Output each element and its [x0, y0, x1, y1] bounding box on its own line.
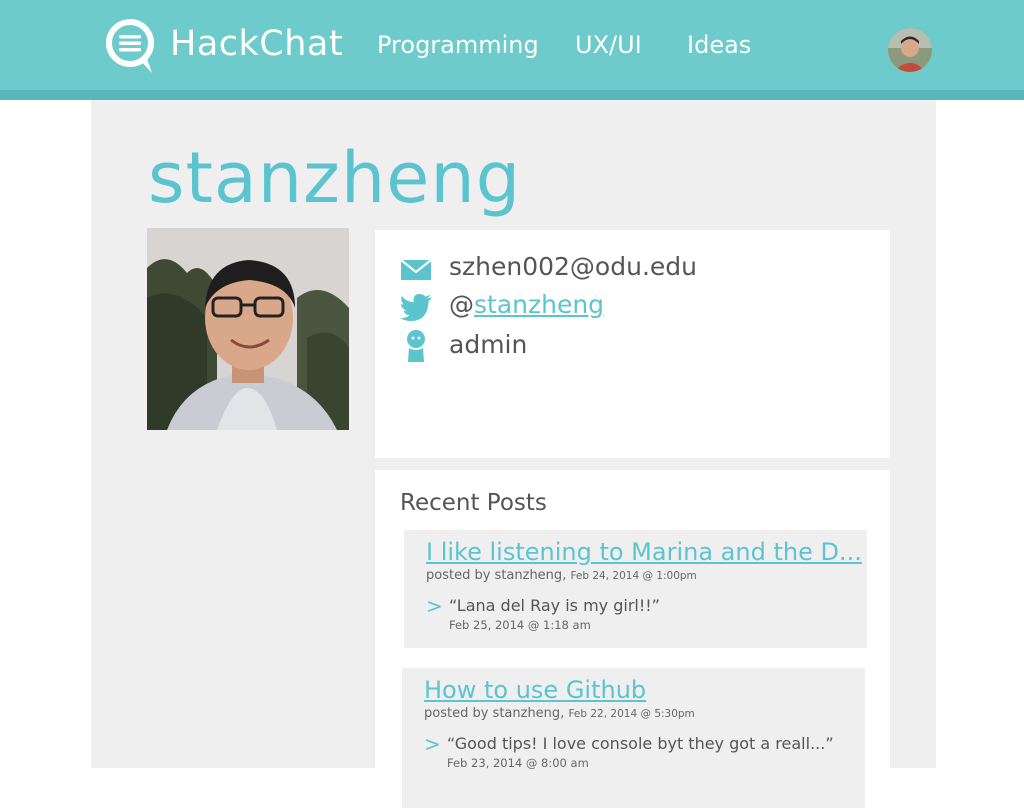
- chat-bubble-menu-icon[interactable]: [104, 16, 160, 76]
- email-text[interactable]: szhen002@odu.edu: [449, 252, 697, 281]
- comment-text[interactable]: “Good tips! I love console byt they got …: [447, 734, 834, 753]
- posted-by-label: posted by: [424, 706, 493, 721]
- profile-info-card: szhen002@odu.edu @stanzheng admin: [375, 230, 890, 458]
- twitter-bird-icon[interactable]: [400, 288, 432, 324]
- role-text: admin: [449, 330, 528, 359]
- posted-by-label: posted by: [426, 568, 495, 583]
- envelope-icon: [400, 250, 432, 286]
- post-meta: posted by stanzheng, Feb 22, 2014 @ 5:30…: [424, 706, 695, 721]
- person-icon: [400, 328, 432, 364]
- twitter-handle-link[interactable]: stanzheng: [474, 290, 604, 319]
- post-item: How to use Github posted by stanzheng, F…: [402, 668, 865, 808]
- twitter-prefix: @: [449, 290, 474, 319]
- nav-programming[interactable]: Programming: [377, 31, 539, 59]
- post-date: Feb 24, 2014 @ 1:00pm: [570, 570, 697, 582]
- comment-text[interactable]: “Lana del Ray is my girl!!”: [449, 596, 660, 615]
- recent-posts-card: Recent Posts I like listening to Marina …: [375, 470, 890, 808]
- recent-posts-heading: Recent Posts: [400, 490, 547, 516]
- main-content: stanzheng szhen002@odu.edu @stanzheng ad…: [91, 100, 936, 808]
- chevron-right-icon: >: [424, 732, 441, 756]
- nav-ux-ui[interactable]: UX/UI: [575, 31, 642, 59]
- header-stripe: [0, 90, 1024, 100]
- post-title-link[interactable]: How to use Github: [424, 676, 646, 704]
- post-item: I like listening to Marina and the D... …: [404, 530, 867, 648]
- comment-date: Feb 25, 2014 @ 1:18 am: [449, 618, 591, 632]
- user-avatar[interactable]: [888, 28, 932, 72]
- post-author[interactable]: stanzheng: [493, 706, 561, 721]
- twitter-text: @stanzheng: [449, 290, 604, 319]
- brand-name[interactable]: HackChat: [170, 24, 343, 64]
- profile-username: stanzheng: [148, 137, 522, 219]
- profile-photo: [147, 228, 349, 430]
- chevron-right-icon: >: [426, 594, 443, 618]
- nav-ideas[interactable]: Ideas: [687, 31, 751, 59]
- post-date: Feb 22, 2014 @ 5:30pm: [568, 708, 695, 720]
- post-title-link[interactable]: I like listening to Marina and the D...: [426, 538, 862, 566]
- post-author[interactable]: stanzheng: [495, 568, 563, 583]
- post-meta: posted by stanzheng, Feb 24, 2014 @ 1:00…: [426, 568, 697, 583]
